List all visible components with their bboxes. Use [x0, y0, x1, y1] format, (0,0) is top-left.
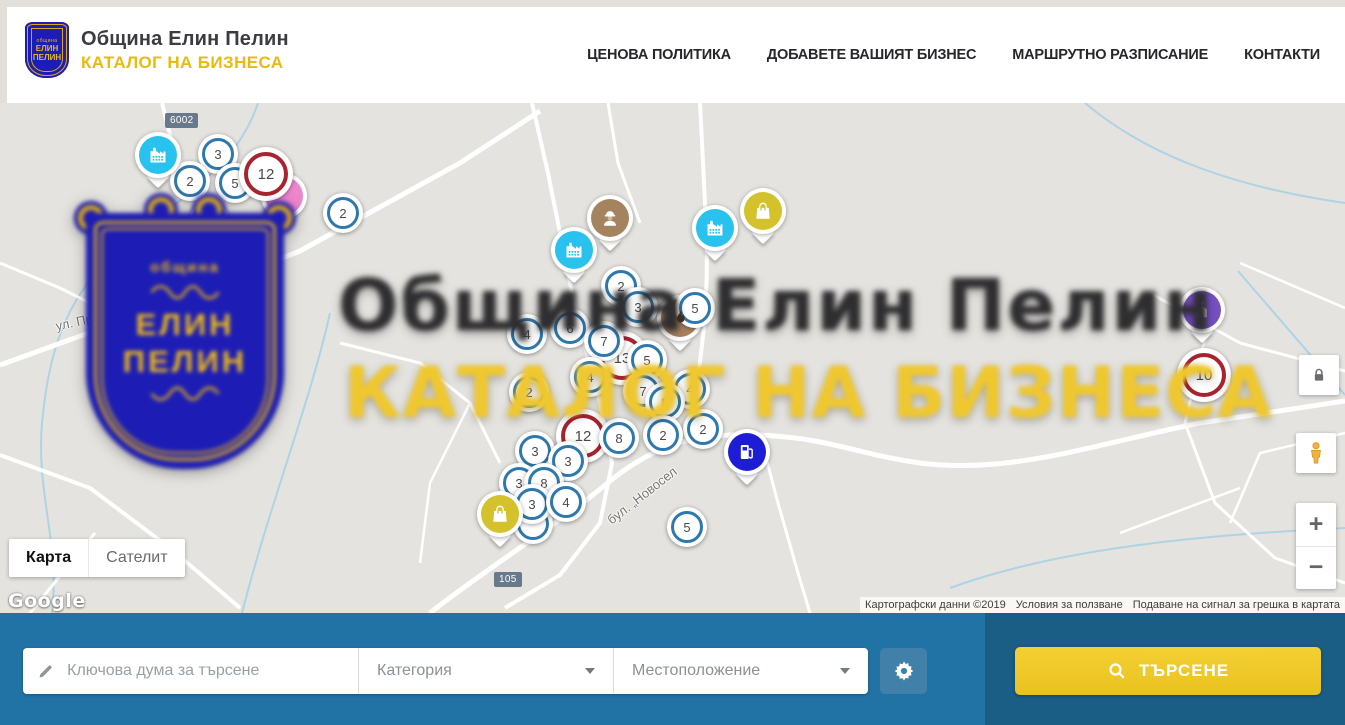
cluster-marker[interactable]: 4	[546, 482, 586, 522]
cluster-marker[interactable]: 12	[239, 147, 293, 201]
zoom-control: + −	[1296, 503, 1336, 589]
lock-icon	[1310, 366, 1328, 384]
cluster-marker[interactable]	[189, 201, 229, 241]
keyword-field[interactable]	[23, 648, 358, 694]
nav-item-route-schedule[interactable]: МАРШРУТНО РАЗПИСАНИЕ	[1012, 47, 1208, 63]
zoom-out-button[interactable]: −	[1296, 546, 1336, 590]
nav-item-pricing[interactable]: ЦЕНОВА ПОЛИТИКА	[587, 47, 731, 63]
keyword-input[interactable]	[65, 661, 344, 681]
cluster-marker[interactable]: 8	[599, 418, 639, 458]
map-type-control: Карта Сателит	[9, 539, 185, 577]
business-pin-fuel-pump-icon[interactable]	[724, 429, 770, 475]
search-submit-button[interactable]: ТЪРСЕНЕ	[1015, 647, 1321, 695]
municipality-seal-icon: община ЕЛИН ПЕЛИН	[25, 22, 69, 78]
location-select[interactable]: Местоположение	[613, 648, 868, 694]
business-pin-shopping-bag-icon[interactable]	[740, 188, 786, 234]
search-icon	[1107, 661, 1127, 681]
business-pin-factory-icon[interactable]	[551, 227, 597, 273]
map-attribution: Картографски данни ©2019 Условия за полз…	[860, 597, 1345, 613]
category-select-value: Категория	[377, 662, 452, 680]
business-pin-factory-icon[interactable]	[692, 205, 738, 251]
cluster-marker[interactable]: 2	[683, 409, 723, 449]
search-bar: Категория Местоположение ТЪРСЕНЕ	[0, 613, 1345, 725]
search-fields: Категория Местоположение	[23, 648, 868, 694]
map-markers: 3251222356413754274822128333834510	[0, 103, 1345, 613]
site-header: община ЕЛИН ПЕЛИН Община Елин Пелин КАТА…	[7, 7, 1345, 103]
business-pin-factory-icon[interactable]	[135, 132, 181, 178]
cluster-marker[interactable]: 2	[509, 372, 549, 412]
zoom-in-button[interactable]: +	[1296, 503, 1336, 546]
cluster-marker[interactable]: 7	[584, 321, 624, 361]
search-submit-label: ТЪРСЕНЕ	[1139, 661, 1229, 681]
map-type-map-button[interactable]: Карта	[9, 539, 88, 577]
cluster-marker[interactable]: 5	[667, 507, 707, 547]
location-select-value: Местоположение	[632, 662, 760, 680]
cluster-marker[interactable]: 4	[507, 314, 547, 354]
nav-item-contacts[interactable]: КОНТАКТИ	[1244, 47, 1320, 63]
business-pin-church-icon[interactable]	[1179, 287, 1225, 333]
brand-subtitle: КАТАЛОГ НА БИЗНЕСА	[81, 53, 289, 73]
map-canvas[interactable]: 3251222356413754274822128333834510 общин…	[0, 103, 1345, 613]
business-pin-shopping-bag-icon[interactable]	[477, 491, 523, 537]
attribution-report-link[interactable]: Подаване на сигнал за грешка в картата	[1128, 597, 1345, 613]
street-view-pegman-button[interactable]	[1296, 433, 1336, 473]
chevron-down-icon	[840, 668, 850, 674]
lock-scroll-button[interactable]	[1299, 355, 1339, 395]
window-edge	[0, 0, 1345, 7]
seal-name-1: ЕЛИН	[36, 44, 58, 53]
main-nav: ЦЕНОВА ПОЛИТИКА ДОБАВЕТЕ ВАШИЯТ БИЗНЕС М…	[587, 7, 1320, 103]
seal-name-2: ПЕЛИН	[33, 53, 61, 62]
google-logo[interactable]: Google	[8, 590, 86, 612]
site-logo[interactable]: община ЕЛИН ПЕЛИН Община Елин Пелин КАТА…	[25, 22, 289, 78]
cluster-marker[interactable]: 2	[323, 193, 363, 233]
advanced-search-button[interactable]	[880, 648, 927, 694]
nav-item-add-business[interactable]: ДОБАВЕТЕ ВАШИЯТ БИЗНЕС	[767, 47, 976, 63]
brand-title: Община Елин Пелин	[81, 28, 289, 51]
pencil-icon	[37, 661, 55, 681]
attribution-copyright: Картографски данни ©2019	[860, 597, 1011, 613]
cluster-marker[interactable]: 2	[643, 415, 683, 455]
cluster-marker[interactable]: 10	[1177, 348, 1231, 402]
cluster-marker[interactable]: 3	[618, 287, 658, 327]
chevron-down-icon	[585, 668, 595, 674]
gear-icon	[892, 659, 916, 683]
map-type-satellite-button[interactable]: Сателит	[88, 539, 184, 577]
pegman-icon	[1303, 440, 1329, 466]
cluster-marker[interactable]: 4	[570, 357, 610, 397]
category-select[interactable]: Категория	[358, 648, 613, 694]
attribution-terms-link[interactable]: Условия за ползване	[1011, 597, 1128, 613]
